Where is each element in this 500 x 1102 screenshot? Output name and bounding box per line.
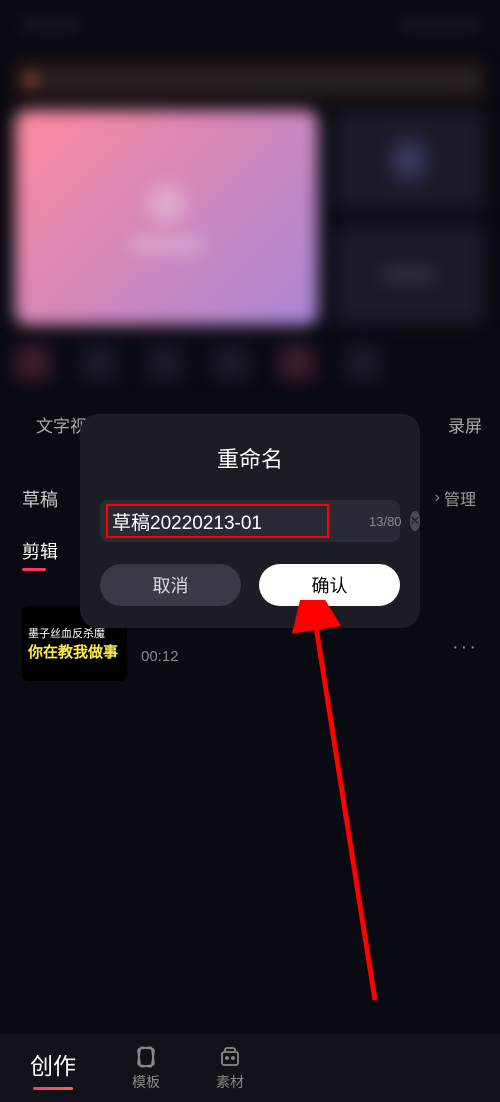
rename-input-row: 13/80 ✕ [100,500,400,542]
close-icon: ✕ [410,513,421,529]
edit-tab-underline [22,568,46,571]
nav-material-label: 素材 [216,1072,244,1092]
nav-material[interactable]: 素材 [216,1044,244,1092]
confirm-button[interactable]: 确认 [259,564,400,606]
hero-area [15,110,485,325]
draft-more-button[interactable]: ··· [452,606,478,659]
template-icon [133,1044,159,1070]
nav-create-label: 创作 [30,1047,76,1081]
draft-duration: 00:12 [141,648,438,665]
char-count: 13/80 [369,514,402,529]
clear-input-button[interactable]: ✕ [410,511,421,531]
thumb-caption-2: 你在教我做事 [28,641,121,662]
manage-label: 管理 [444,486,476,510]
record-screen-tool-label: 录屏 [448,412,482,437]
cancel-button[interactable]: 取消 [100,564,241,606]
dialog-title: 重命名 [100,442,400,474]
rename-input[interactable] [100,500,369,542]
fingerprint-card [333,110,485,210]
manage-link[interactable]: › 管理 [435,486,476,510]
tool-row [0,335,500,397]
nav-template[interactable]: 模板 [132,1044,160,1092]
drafts-heading: 草稿 [22,486,58,512]
rename-dialog: 重命名 13/80 ✕ 取消 确认 [80,414,420,628]
start-creation-card [15,110,318,325]
status-bar [0,0,500,50]
nav-template-label: 模板 [132,1072,160,1092]
active-underline [33,1087,73,1090]
nav-create[interactable]: 创作 [30,1047,76,1090]
bottom-nav: 创作 模板 素材 [0,1034,500,1102]
material-icon [217,1044,243,1070]
side-card-2 [333,225,485,325]
promo-banner [15,60,485,100]
edit-tab[interactable]: 剪辑 [22,538,58,564]
